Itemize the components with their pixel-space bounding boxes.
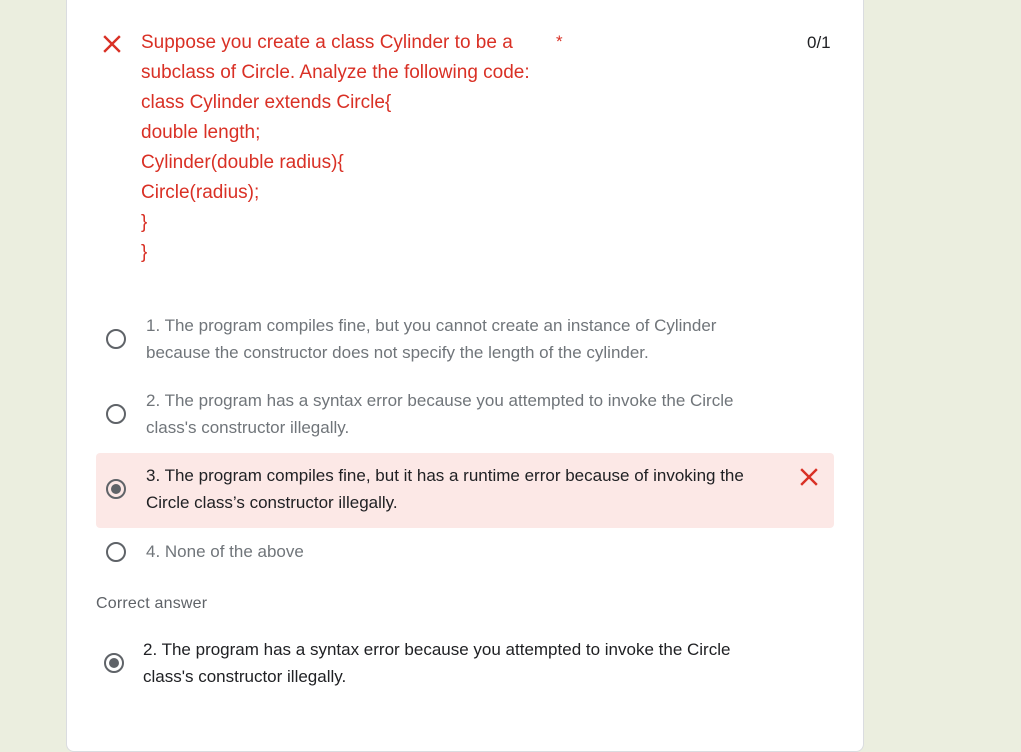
score-label: 0/1 <box>807 33 831 52</box>
answer-option-3[interactable]: 3. The program compiles fine, but it has… <box>96 453 834 528</box>
option-line: class's constructor illegally. <box>143 667 347 686</box>
option-line: 4. None of the above <box>146 542 304 561</box>
option-line: 3. The program compiles fine, but it has… <box>146 466 744 485</box>
question-line: } <box>141 242 148 263</box>
incorrect-icon <box>800 468 818 486</box>
option-label: 1. The program compiles fine, but you ca… <box>146 312 796 366</box>
question-line: Cylinder(double radius){ <box>141 152 344 173</box>
option-label: 2. The program has a syntax error becaus… <box>146 387 796 441</box>
radio-button-selected <box>104 653 124 673</box>
radio-button[interactable] <box>106 404 126 424</box>
option-label: 2. The program has a syntax error becaus… <box>143 636 793 690</box>
required-marker: * <box>556 32 563 51</box>
question-line: } <box>141 212 148 233</box>
option-line: Circle class’s constructor illegally. <box>146 493 398 512</box>
close-icon <box>103 35 121 53</box>
question-title: Suppose you create a class Cylinder to b… <box>141 28 561 268</box>
answer-option-1[interactable]: 1. The program compiles fine, but you ca… <box>96 312 834 372</box>
correct-answer-option: 2. The program has a syntax error becaus… <box>94 636 832 696</box>
question-line: Suppose you create a class Cylinder to b… <box>141 32 513 53</box>
question-line: subclass of Circle. Analyze the followin… <box>141 62 530 83</box>
answer-option-2[interactable]: 2. The program has a syntax error becaus… <box>96 387 834 447</box>
option-label: 3. The program compiles fine, but it has… <box>146 462 796 516</box>
option-line: 2. The program has a syntax error becaus… <box>146 391 734 410</box>
correct-answer-heading: Correct answer <box>96 595 208 612</box>
radio-button[interactable] <box>106 542 126 562</box>
option-line: because the constructor does not specify… <box>146 343 649 362</box>
answer-option-4[interactable]: 4. None of the above <box>96 538 834 568</box>
option-line: 1. The program compiles fine, but you ca… <box>146 316 717 335</box>
question-line: class Cylinder extends Circle{ <box>141 92 392 113</box>
question-line: double length; <box>141 122 261 143</box>
option-label: 4. None of the above <box>146 538 796 565</box>
radio-button-selected[interactable] <box>106 479 126 499</box>
option-line: class's constructor illegally. <box>146 418 350 437</box>
question-line: Circle(radius); <box>141 182 260 203</box>
radio-button[interactable] <box>106 329 126 349</box>
option-line: 2. The program has a syntax error becaus… <box>143 640 731 659</box>
